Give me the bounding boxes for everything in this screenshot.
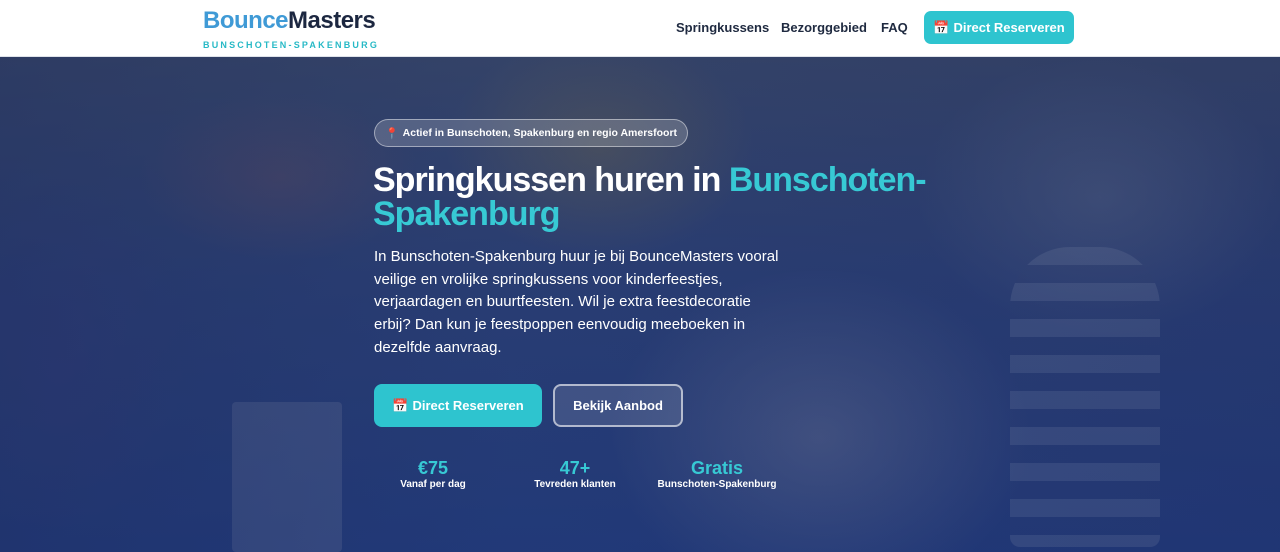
stat-label: Tevreden klanten — [534, 479, 616, 490]
location-pin-icon: 📍 — [384, 127, 399, 140]
nav-link-bezorggebied[interactable]: Bezorggebied — [781, 11, 867, 45]
hero-title: Springkussen huren in Bunschoten-Spakenb… — [373, 163, 933, 231]
hero-description: In Bunschoten-Spakenburg huur je bij Bou… — [374, 248, 779, 356]
site-header: BounceMasters BUNSCHOTEN-SPAKENBURG Spri… — [0, 0, 1280, 57]
direct-reserve-label: Direct Reserveren — [412, 398, 524, 413]
view-offer-button[interactable]: Bekijk Aanbod — [553, 384, 683, 427]
calendar-icon: 📅 — [392, 397, 409, 413]
region-badge: 📍 Actief in Bunschoten, Spakenburg en re… — [374, 119, 688, 147]
nav-link-faq[interactable]: FAQ — [881, 11, 908, 45]
stat-price: €75 Vanaf per dag — [374, 457, 492, 491]
direct-reserve-button[interactable]: 📅 Direct Reserveren — [374, 384, 542, 427]
header-reserve-label: Direct Reserveren — [953, 20, 1065, 35]
stat-value: €75 — [417, 458, 449, 478]
header-reserve-button[interactable]: 📅 Direct Reserveren — [924, 11, 1074, 44]
hero-title-main: Springkussen huren in — [373, 161, 729, 199]
main-nav: Springkussens Bezorggebied FAQ 📅 Direct … — [0, 11, 1280, 45]
stat-label: Vanaf per dag — [400, 479, 466, 490]
stat-customers: 47+ Tevreden klanten — [515, 457, 635, 491]
stat-value: Gratis — [690, 458, 744, 478]
stat-label: Bunschoten-Spakenburg — [657, 479, 777, 490]
nav-link-springkussens[interactable]: Springkussens — [676, 11, 769, 45]
stat-value: 47+ — [559, 458, 591, 478]
region-badge-text: Actief in Bunschoten, Spakenburg en regi… — [402, 127, 678, 139]
view-offer-label: Bekijk Aanbod — [573, 398, 663, 413]
calendar-icon: 📅 — [933, 19, 950, 35]
stat-delivery: Gratis Bunschoten-Spakenburg — [647, 457, 787, 491]
